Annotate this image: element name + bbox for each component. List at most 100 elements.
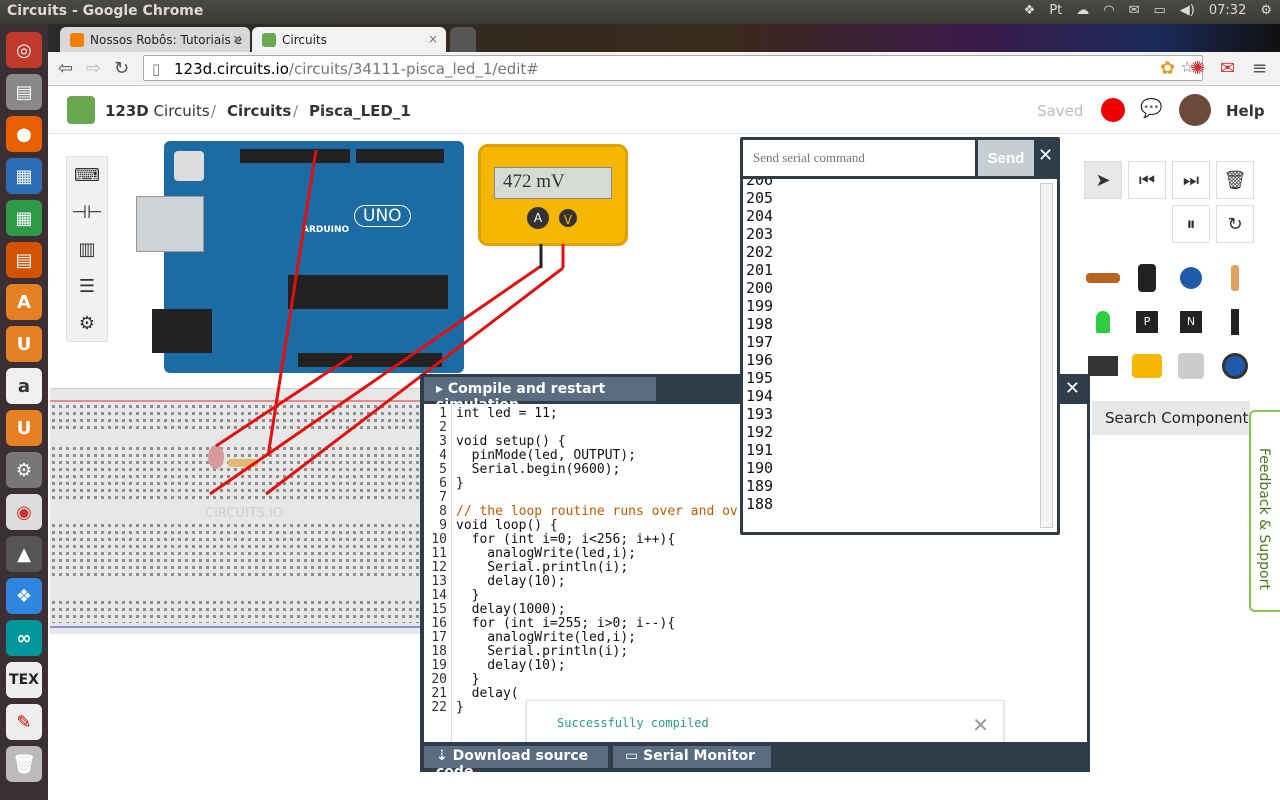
line-number: 19 [431, 658, 447, 673]
code-line: // the loop routine runs over and ov [456, 504, 738, 519]
serial-line: 199 [746, 297, 774, 315]
search-component-button[interactable]: Search Component [1092, 401, 1250, 435]
feedback-tab[interactable]: Feedback & Support [1249, 410, 1280, 612]
code-line: for (int i=255; i>0; i--){ [456, 616, 676, 631]
serial-line: 198 [746, 315, 774, 333]
line-number: 12 [431, 560, 447, 575]
serial-command-input[interactable] [743, 140, 975, 176]
serial-line: 202 [746, 243, 774, 261]
code-line: analogWrite(led,i); [456, 546, 637, 561]
delete-icon[interactable]: 🗑 [1216, 161, 1254, 199]
restart-icon[interactable]: ↻ [1216, 205, 1254, 243]
capacitor-icon[interactable] [1128, 259, 1166, 297]
pointer-tool-icon[interactable]: ➤ [1084, 161, 1122, 199]
feedback-label: Feedback & Support [1256, 448, 1272, 590]
serial-line: 193 [746, 405, 774, 423]
serial-line: 188 [746, 495, 774, 513]
pause-icon[interactable]: ⏸ [1172, 205, 1210, 243]
line-number: 14 [431, 588, 447, 603]
close-code-icon[interactable]: ✕ [1065, 378, 1080, 399]
code-line: delay(1000); [456, 602, 566, 617]
wire[interactable] [266, 149, 318, 457]
code-line: delay( [456, 686, 519, 701]
line-number: 1 [439, 406, 447, 421]
line-number: 3 [439, 434, 447, 449]
code-line: } [456, 672, 480, 687]
serial-output[interactable]: 206 205 204 203 202 201 200 199 198 197 196 195 194 1… [743, 179, 1057, 532]
line-number: 9 [439, 518, 447, 533]
line-gutter: 1 2 3 4 5 6 7 8 9 10 11 12 13 14 15 16 17 18 19 20 21 22 [424, 404, 452, 742]
npn-transistor-icon[interactable]: N [1172, 303, 1210, 341]
line-number: 4 [439, 448, 447, 463]
serial-line: 200 [746, 279, 774, 297]
pnp-transistor-icon[interactable]: P [1128, 303, 1166, 341]
inductor-icon[interactable] [1084, 259, 1122, 297]
scrollbar[interactable] [1040, 183, 1053, 528]
code-line: delay(10); [456, 658, 566, 673]
resistor-icon[interactable] [1216, 259, 1254, 297]
code-line: Serial.begin(9600); [456, 462, 621, 477]
serial-line: 205 [746, 189, 774, 207]
serial-line: 189 [746, 477, 774, 495]
toast-message: Successfully compiled [557, 716, 709, 730]
ceramic-capacitor-icon[interactable] [1172, 259, 1210, 297]
serial-line: 194 [746, 387, 774, 405]
step-forward-icon[interactable]: ⏭ [1172, 161, 1210, 199]
serial-line: 195 [746, 369, 774, 387]
diode-icon[interactable] [1216, 303, 1254, 341]
pushbutton-icon[interactable] [1172, 347, 1210, 385]
line-number: 10 [431, 532, 447, 547]
code-line: void setup() { [456, 434, 566, 449]
led-icon[interactable] [1084, 303, 1122, 341]
line-number: 21 [431, 686, 447, 701]
code-line: } [456, 700, 464, 715]
code-line: delay(10); [456, 574, 566, 589]
line-number: 16 [431, 616, 447, 631]
send-button[interactable]: Send [978, 140, 1034, 176]
code-line: } [456, 476, 464, 491]
line-number: 18 [431, 644, 447, 659]
right-toolbar: ➤ ⏮ ⏭ 🗑 ⏸ ↻ P N [1084, 161, 1264, 401]
line-number: 13 [431, 574, 447, 589]
line-number: 22 [431, 700, 447, 715]
serial-monitor-button[interactable]: ▭ Serial Monitor [613, 746, 771, 768]
code-line: int led = 11; [456, 406, 558, 421]
code-line: Serial.println(i); [456, 560, 629, 575]
code-line: } [456, 588, 480, 603]
line-number: 8 [439, 504, 447, 519]
serial-lines: 206 205 204 203 202 201 200 199 198 197 196 195 194 1… [746, 179, 1057, 513]
wire[interactable] [215, 354, 353, 448]
line-number: 20 [431, 672, 447, 687]
line-number: 5 [439, 462, 447, 477]
multimeter-icon[interactable] [1128, 347, 1166, 385]
serial-monitor: Send ✕ 206205204203202201200199198197196… [740, 137, 1060, 535]
line-number: 2 [439, 420, 447, 435]
knob-icon[interactable] [1216, 347, 1254, 385]
code-line: Serial.println(i); [456, 644, 629, 659]
compile-button[interactable]: ▸ Compile and restart simulation [424, 377, 656, 413]
serial-line: 206 [746, 179, 774, 189]
step-back-icon[interactable]: ⏮ [1128, 161, 1166, 199]
line-number: 17 [431, 630, 447, 645]
serial-label: Serial Monitor [643, 748, 756, 764]
code-line: pinMode(led, OUTPUT); [456, 448, 637, 463]
serial-line: 203 [746, 225, 774, 243]
line-number: 7 [439, 490, 447, 505]
potentiometer-module-icon[interactable] [1084, 347, 1122, 385]
code-line: analogWrite(led,i); [456, 630, 637, 645]
serial-line: 201 [746, 261, 774, 279]
line-number: 15 [431, 602, 447, 617]
serial-line: 196 [746, 351, 774, 369]
code-line: void loop() { [456, 518, 558, 533]
download-source-button[interactable]: ⇣ Download source code [424, 746, 608, 780]
serial-line: 192 [746, 423, 774, 441]
serial-line: 197 [746, 333, 774, 351]
close-serial-icon[interactable]: ✕ [1038, 145, 1053, 166]
code-line: for (int i=0; i<256; i++){ [456, 532, 676, 547]
serial-line: 190 [746, 459, 774, 477]
serial-line: 191 [746, 441, 774, 459]
close-toast-icon[interactable]: ✕ [972, 713, 989, 737]
compile-toast: Successfully compiled ✕ [526, 700, 1004, 742]
serial-line: 204 [746, 207, 774, 225]
line-number: 11 [431, 546, 447, 561]
